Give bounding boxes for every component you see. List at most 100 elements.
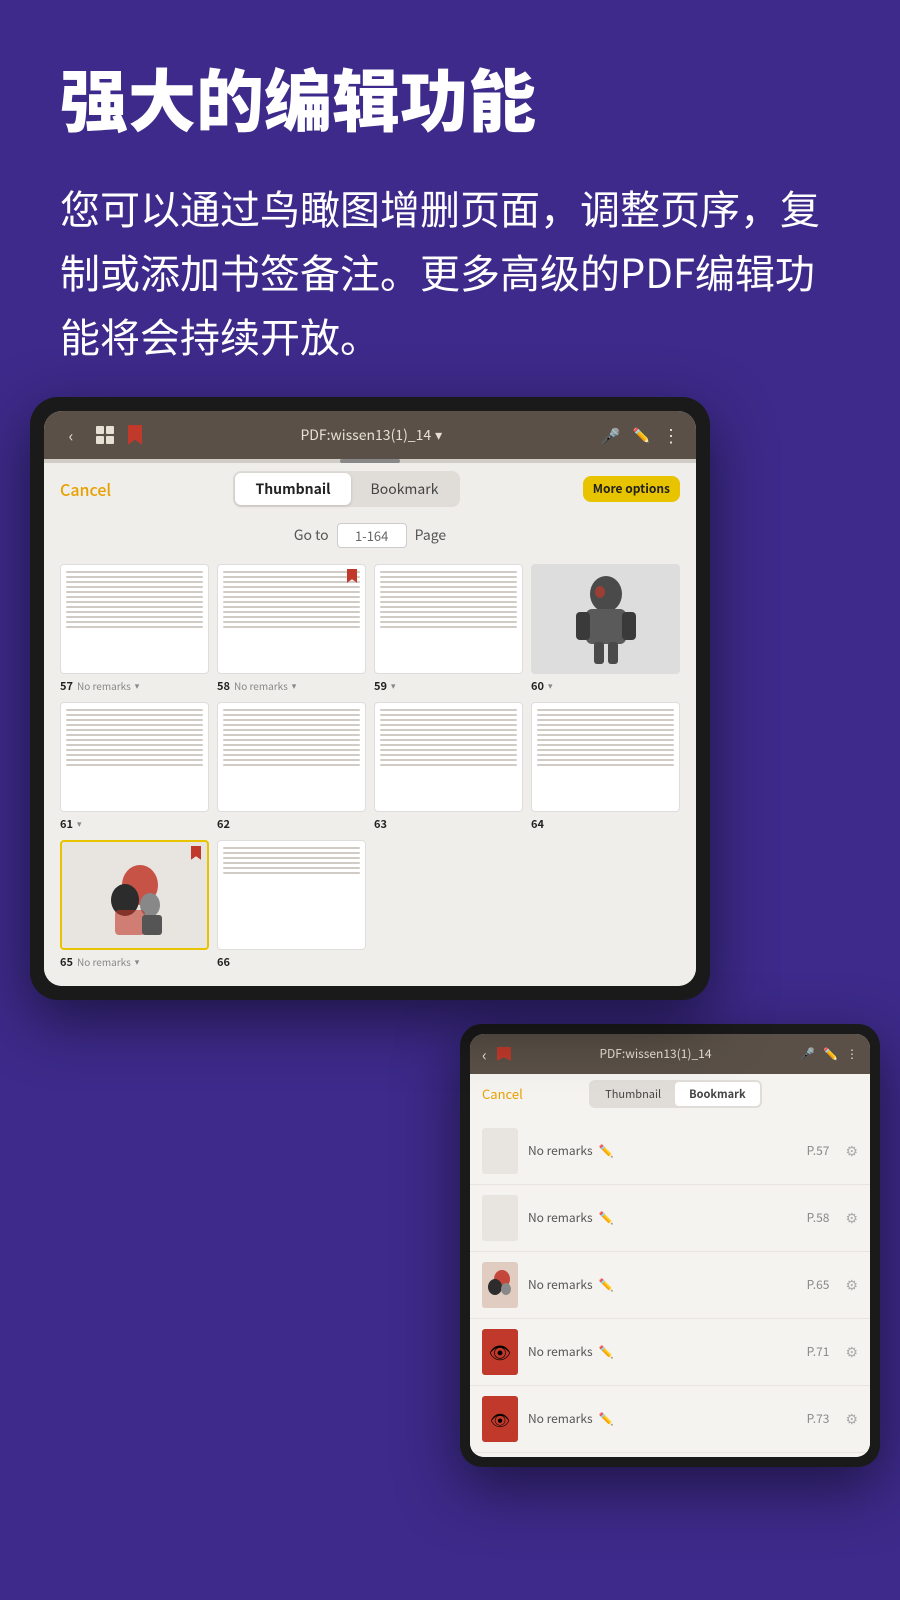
thumb-bookmark-65 [191,846,201,860]
main-toolbar: Cancel Thumbnail Bookmark More options [44,463,696,515]
bm-gear-71[interactable]: ⚙ [845,1342,858,1362]
bm-text-57: No remarks [528,1142,593,1159]
bm-edit-71[interactable]: ✏️ [599,1343,614,1360]
bm-info-65: No remarks ✏️ [528,1276,797,1293]
grid-icon[interactable] [96,426,114,444]
thumb-row-2: 61 ▾ [60,702,680,832]
bm-gear-73[interactable]: ⚙ [845,1409,858,1429]
row2-container: 61 ▾ [60,702,680,832]
thumb-65[interactable]: 65 No remarks ▾ [60,840,209,970]
goto-page-row: Go to 1-164 Page [44,515,696,556]
secondary-tab-thumbnail[interactable]: Thumbnail [591,1082,675,1106]
bookmark-list: No remarks ✏️ P.57 ⚙ [470,1114,870,1457]
secondary-cancel-button[interactable]: Cancel [482,1084,523,1103]
illustration-60 [576,574,636,664]
bm-illus2-icon: 👁 [490,1407,510,1431]
bm-thumb-65 [482,1262,518,1308]
secondary-topbar-left: ‹ [482,1042,511,1066]
bm-page-58: P.58 [807,1209,830,1226]
bm-thumb-58 [482,1195,518,1241]
bm-text-58: No remarks [528,1209,593,1226]
bm-gear-65[interactable]: ⚙ [845,1275,858,1295]
bm-edit-65[interactable]: ✏️ [599,1276,614,1293]
secondary-tablet: ‹ PDF:wissen13(1)_14 🎤 ✏️ ⋮ Cancel Thumb… [460,1024,880,1467]
goto-input[interactable]: 1-164 [337,523,407,548]
secondary-topbar-right: 🎤 ✏️ ⋮ [800,1045,858,1062]
mic-icon[interactable]: 🎤 [601,423,621,447]
thumb-61[interactable]: 61 ▾ [60,702,209,832]
secondary-edit-icon[interactable]: ✏️ [823,1045,838,1062]
bm-info-57: No remarks ✏️ [528,1142,797,1159]
thumb-spacer-1 [374,840,523,970]
bm-text-73: No remarks [528,1410,593,1427]
main-title: 强大的编辑功能 [60,60,840,135]
bm-info-73: No remarks ✏️ [528,1410,797,1427]
thumb-63[interactable]: 63 [374,702,523,832]
bookmark-row-58[interactable]: No remarks ✏️ P.58 ⚙ [470,1185,870,1252]
sub-description: 您可以通过鸟瞰图增删页面，调整页序，复制或添加书签备注。更多高级的PDF编辑功能… [60,175,840,367]
secondary-filename: PDF:wissen13(1)_14 [599,1045,711,1062]
edit-icon[interactable]: ✏️ [633,425,650,445]
scroll-thumb [340,459,400,463]
bm-text-71: No remarks [528,1343,593,1360]
tab-thumbnail[interactable]: Thumbnail [235,473,350,505]
thumb-59[interactable]: 59 ▾ [374,564,523,694]
bm-info-71: No remarks ✏️ [528,1343,797,1360]
bm-edit-58[interactable]: ✏️ [599,1209,614,1226]
bm-thumb-57 [482,1128,518,1174]
back-icon[interactable]: ‹ [60,424,82,446]
bookmark-row-73[interactable]: 👁 No remarks ✏️ P.73 ⚙ [470,1386,870,1453]
thumb-spacer-2 [531,840,680,970]
bm-eye-icon: 👁 [489,1339,512,1365]
illustration-65 [100,850,170,940]
tab-bookmark[interactable]: Bookmark [351,473,459,505]
thumb-60[interactable]: 60 ▾ [531,564,680,694]
thumb-58[interactable]: 58 No remarks ▾ [217,564,366,694]
bm-thumb-73: 👁 [482,1396,518,1442]
bm-edit-57[interactable]: ✏️ [599,1142,614,1159]
secondary-mic-icon[interactable]: 🎤 [800,1045,815,1062]
thumb-66[interactable]: 66 [217,840,366,970]
bookmark-row-71[interactable]: 👁 No remarks ✏️ P.71 ⚙ [470,1319,870,1386]
page-label: Page [415,525,447,545]
tablet-secondary-screen: ‹ PDF:wissen13(1)_14 🎤 ✏️ ⋮ Cancel Thumb… [470,1034,870,1457]
main-tablet: ‹ PDF:wissen13(1)_14 ▾ 🎤 ✏️ ⋮ [30,397,710,1000]
mockup-section: ‹ PDF:wissen13(1)_14 ▾ 🎤 ✏️ ⋮ [0,397,900,1467]
bookmark-row-57[interactable]: No remarks ✏️ P.57 ⚙ [470,1118,870,1185]
bm-edit-73[interactable]: ✏️ [599,1410,614,1427]
secondary-topbar: ‹ PDF:wissen13(1)_14 🎤 ✏️ ⋮ [470,1034,870,1074]
thumb-64[interactable]: 64 [531,702,680,832]
thumb-row-1: 57 No remarks ▾ [60,564,680,694]
bookmark-icon[interactable] [128,425,142,445]
cancel-button[interactable]: Cancel [60,477,111,501]
bm-text-65: No remarks [528,1276,593,1293]
bm-page-71: P.71 [807,1343,830,1360]
bm-page-65: P.65 [807,1276,830,1293]
tablet-main-screen: ‹ PDF:wissen13(1)_14 ▾ 🎤 ✏️ ⋮ [44,411,696,986]
tab-group: Thumbnail Bookmark [233,471,460,507]
more-options-button[interactable]: More options [583,476,680,502]
topbar-right: 🎤 ✏️ ⋮ [601,422,680,448]
header-section: 强大的编辑功能 您可以通过鸟瞰图增删页面，调整页序，复制或添加书签备注。更多高级… [0,0,900,397]
bm-gear-58[interactable]: ⚙ [845,1208,858,1228]
bm-page-73: P.73 [807,1410,830,1427]
bm-page-57: P.57 [807,1142,830,1159]
bm-info-58: No remarks ✏️ [528,1209,797,1226]
secondary-bookmark-icon[interactable] [497,1047,511,1061]
bookmark-row-65[interactable]: No remarks ✏️ P.65 ⚙ [470,1252,870,1319]
secondary-back-icon[interactable]: ‹ [482,1042,487,1066]
main-topbar: ‹ PDF:wissen13(1)_14 ▾ 🎤 ✏️ ⋮ [44,411,696,459]
secondary-tab-bookmark[interactable]: Bookmark [675,1082,759,1106]
secondary-more-icon[interactable]: ⋮ [846,1045,858,1062]
topbar-left: ‹ [60,424,142,446]
bm-thumb-71: 👁 [482,1329,518,1375]
thumbnails-area: 57 No remarks ▾ [44,556,696,986]
thumb-62[interactable]: 62 [217,702,366,832]
thumb-row-3: 65 No remarks ▾ [60,840,680,970]
goto-label: Go to [294,525,329,545]
secondary-toolbar: Cancel Thumbnail Bookmark [470,1074,870,1114]
topbar-filename: PDF:wissen13(1)_14 ▾ [300,425,442,445]
more-icon[interactable]: ⋮ [662,422,680,448]
thumb-57[interactable]: 57 No remarks ▾ [60,564,209,694]
bm-gear-57[interactable]: ⚙ [845,1141,858,1161]
